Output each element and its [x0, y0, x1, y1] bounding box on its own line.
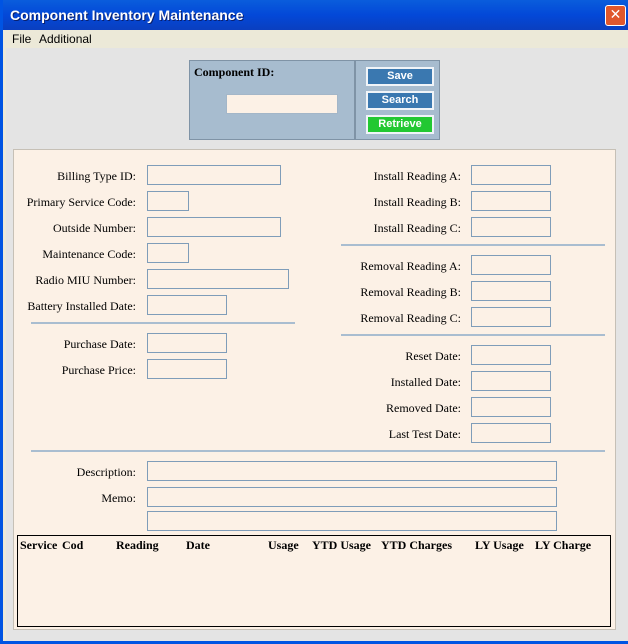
description-label: Description:: [76, 465, 136, 479]
history-grid[interactable]: Service Cod Reading Date Usage YTD Usage…: [17, 535, 611, 627]
install-reading-b-label: Install Reading B:: [373, 195, 461, 209]
grid-header-ly-usage[interactable]: LY Usage: [475, 538, 524, 553]
memo-label: Memo:: [101, 491, 136, 505]
install-reading-b-field[interactable]: [471, 191, 551, 211]
grid-header-ytd-usage[interactable]: YTD Usage: [312, 538, 371, 553]
retrieve-button[interactable]: Retrieve: [366, 115, 434, 134]
radio-miu-number-label: Radio MIU Number:: [35, 273, 136, 287]
maintenance-code-label: Maintenance Code:: [42, 247, 136, 261]
component-id-label: Component ID:: [194, 65, 275, 79]
outside-number-field[interactable]: [147, 217, 281, 237]
radio-miu-number-field[interactable]: [147, 269, 289, 289]
primary-service-code-label: Primary Service Code:: [26, 195, 136, 209]
removal-reading-a-field[interactable]: [471, 255, 551, 275]
reset-date-field[interactable]: [471, 345, 551, 365]
component-id-panel: Component ID:: [189, 60, 355, 140]
removed-date-field[interactable]: [471, 397, 551, 417]
memo-field-line2[interactable]: [147, 511, 557, 531]
install-separator: [341, 244, 605, 246]
reset-date-label: Reset Date:: [405, 349, 461, 363]
component-id-input[interactable]: [226, 94, 338, 114]
grid-header-ytd-charges[interactable]: YTD Charges: [381, 538, 452, 553]
battery-installed-date-label: Battery Installed Date:: [27, 299, 136, 313]
install-reading-a-field[interactable]: [471, 165, 551, 185]
purchase-price-field[interactable]: [147, 359, 227, 379]
action-button-panel: Save Search Retrieve: [355, 60, 440, 140]
primary-service-code-field[interactable]: [147, 191, 189, 211]
install-reading-a-label: Install Reading A:: [373, 169, 461, 183]
grid-header-usage[interactable]: Usage: [268, 538, 299, 553]
removal-separator: [341, 334, 605, 336]
grid-header-cod[interactable]: Cod: [62, 538, 83, 553]
installed-date-field[interactable]: [471, 371, 551, 391]
last-test-date-label: Last Test Date:: [388, 427, 461, 441]
purchase-price-label: Purchase Price:: [61, 363, 136, 377]
billing-type-field[interactable]: [147, 165, 281, 185]
memo-field[interactable]: [147, 487, 557, 507]
install-reading-c-label: Install Reading C:: [373, 221, 461, 235]
outside-number-label: Outside Number:: [53, 221, 136, 235]
description-field[interactable]: [147, 461, 557, 481]
grid-header-reading[interactable]: Reading: [116, 538, 159, 553]
title-bar: Component Inventory Maintenance ✕: [3, 0, 628, 30]
grid-header-date[interactable]: Date: [186, 538, 210, 553]
removal-reading-c-field[interactable]: [471, 307, 551, 327]
close-icon[interactable]: ✕: [605, 5, 626, 26]
removal-reading-b-field[interactable]: [471, 281, 551, 301]
left-separator: [31, 322, 295, 324]
grid-header-ly-charge[interactable]: LY Charge: [535, 538, 591, 553]
battery-installed-date-field[interactable]: [147, 295, 227, 315]
removed-date-label: Removed Date:: [386, 401, 461, 415]
last-test-date-field[interactable]: [471, 423, 551, 443]
installed-date-label: Installed Date:: [390, 375, 461, 389]
menu-bar: File Additional: [6, 30, 628, 48]
maintenance-code-field[interactable]: [147, 243, 189, 263]
purchase-date-field[interactable]: [147, 333, 227, 353]
menu-additional[interactable]: Additional: [39, 32, 92, 46]
removal-reading-c-label: Removal Reading C:: [360, 311, 461, 325]
removal-reading-b-label: Removal Reading B:: [360, 285, 461, 299]
save-button[interactable]: Save: [366, 67, 434, 86]
window-title: Component Inventory Maintenance: [10, 7, 244, 23]
search-button[interactable]: Search: [366, 91, 434, 110]
menu-file[interactable]: File: [12, 32, 31, 46]
install-reading-c-field[interactable]: [471, 217, 551, 237]
removal-reading-a-label: Removal Reading A:: [360, 259, 461, 273]
bottom-separator: [31, 450, 605, 452]
purchase-date-label: Purchase Date:: [63, 337, 136, 351]
billing-type-label: Billing Type ID:: [57, 169, 136, 183]
grid-header-service[interactable]: Service: [20, 538, 57, 553]
